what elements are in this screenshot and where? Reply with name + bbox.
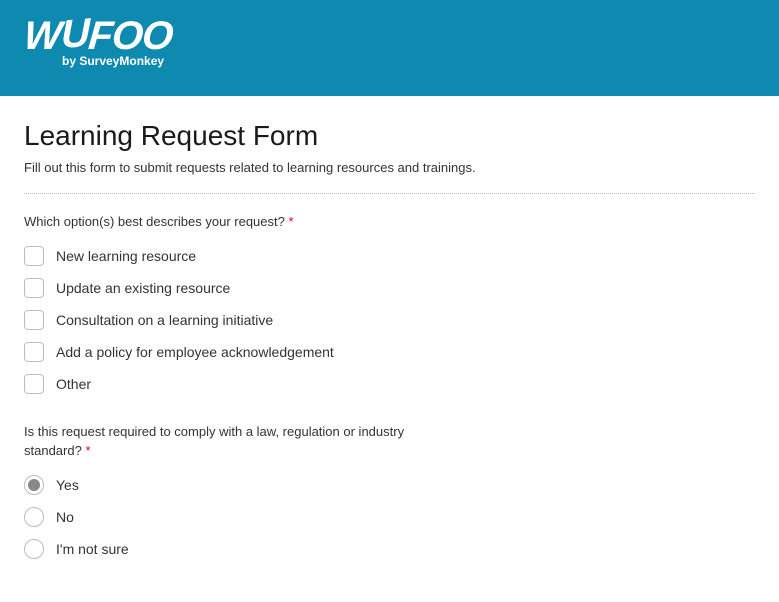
radio-option-no[interactable]: No [24, 507, 755, 527]
question-label: Which option(s) best describes your requ… [24, 212, 464, 232]
checkbox-input[interactable] [24, 246, 44, 266]
question-compliance: Is this request required to comply with … [24, 422, 755, 559]
form-subtitle: Fill out this form to submit requests re… [24, 160, 755, 175]
question-text: Which option(s) best describes your requ… [24, 214, 285, 229]
radio-input[interactable] [24, 539, 44, 559]
form-content: Learning Request Form Fill out this form… [0, 96, 779, 595]
form-title: Learning Request Form [24, 120, 755, 152]
option-label[interactable]: Yes [56, 477, 79, 493]
logo: WUFOO by SurveyMonkey [24, 16, 755, 68]
checkbox-input[interactable] [24, 278, 44, 298]
checkbox-option-new-resource[interactable]: New learning resource [24, 246, 755, 266]
logo-main-text: WUFOO [22, 16, 174, 56]
question-text: Is this request required to comply with … [24, 424, 404, 459]
option-label[interactable]: Add a policy for employee acknowledgemen… [56, 344, 334, 360]
required-indicator: * [85, 443, 90, 458]
checkbox-input[interactable] [24, 342, 44, 362]
option-label[interactable]: New learning resource [56, 248, 196, 264]
option-label[interactable]: Other [56, 376, 91, 392]
question-request-type: Which option(s) best describes your requ… [24, 212, 755, 394]
checkbox-option-other[interactable]: Other [24, 374, 755, 394]
checkbox-option-add-policy[interactable]: Add a policy for employee acknowledgemen… [24, 342, 755, 362]
radio-option-yes[interactable]: Yes [24, 475, 755, 495]
header-banner: WUFOO by SurveyMonkey [0, 0, 779, 96]
option-label[interactable]: No [56, 509, 74, 525]
radio-input[interactable] [24, 507, 44, 527]
option-label[interactable]: Update an existing resource [56, 280, 230, 296]
radio-option-not-sure[interactable]: I'm not sure [24, 539, 755, 559]
radio-input[interactable] [24, 475, 44, 495]
option-label[interactable]: I'm not sure [56, 541, 129, 557]
checkbox-input[interactable] [24, 310, 44, 330]
question-label: Is this request required to comply with … [24, 422, 464, 461]
option-label[interactable]: Consultation on a learning initiative [56, 312, 273, 328]
checkbox-option-consultation[interactable]: Consultation on a learning initiative [24, 310, 755, 330]
checkbox-input[interactable] [24, 374, 44, 394]
section-divider [24, 193, 755, 194]
checkbox-option-update-resource[interactable]: Update an existing resource [24, 278, 755, 298]
required-indicator: * [288, 214, 293, 229]
